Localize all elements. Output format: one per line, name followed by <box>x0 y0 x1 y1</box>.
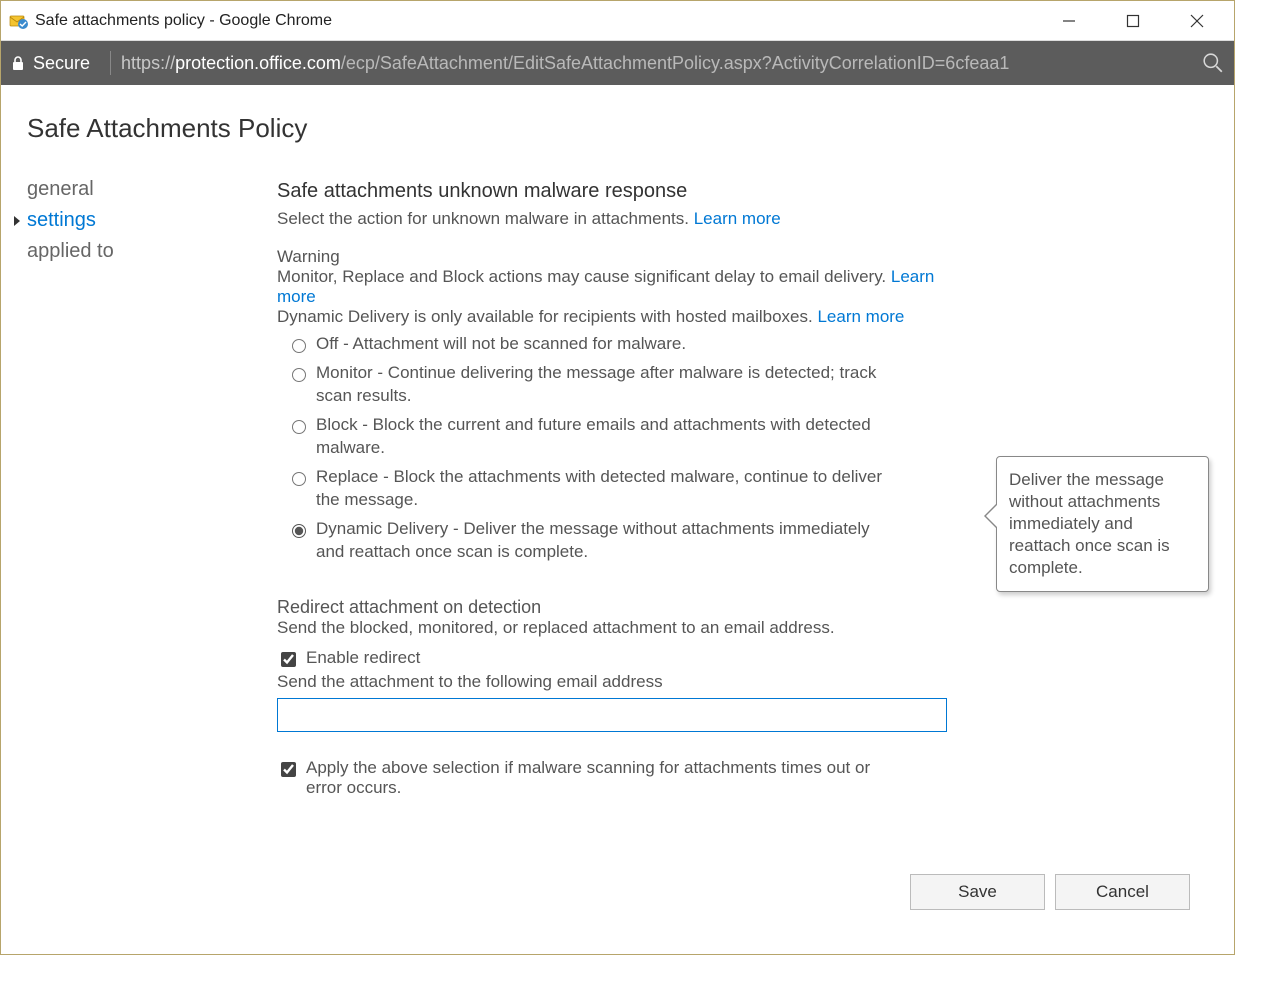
sidebar-item-settings[interactable]: settings <box>27 205 277 236</box>
warning-line-1: Monitor, Replace and Block actions may c… <box>277 267 967 307</box>
apply-timeout-checkbox[interactable] <box>281 762 296 777</box>
section-heading: Safe attachments unknown malware respons… <box>277 180 967 203</box>
radio-monitor-label: Monitor - Continue delivering the messag… <box>316 362 896 408</box>
warning-block: Warning Monitor, Replace and Block actio… <box>277 247 967 327</box>
radio-off-label: Off - Attachment will not be scanned for… <box>316 333 686 356</box>
learn-more-link-3[interactable]: Learn more <box>817 307 904 326</box>
radio-replace-label: Replace - Block the attachments with det… <box>316 466 896 512</box>
section-desc-text: Select the action for unknown malware in… <box>277 209 694 228</box>
maximize-button[interactable] <box>1118 6 1148 36</box>
redirect-section: Redirect attachment on detection Send th… <box>277 597 967 732</box>
url-host: protection.office.com <box>175 53 341 73</box>
redirect-email-label: Send the attachment to the following ema… <box>277 672 967 692</box>
warning-line-2: Dynamic Delivery is only available for r… <box>277 307 967 327</box>
enable-redirect-row: Enable redirect <box>277 648 967 670</box>
main-panel: Safe attachments unknown malware respons… <box>277 172 977 798</box>
redirect-desc: Send the blocked, monitored, or replaced… <box>277 618 967 638</box>
sidebar-item-applied-to[interactable]: applied to <box>27 236 277 267</box>
addrbar-separator <box>110 51 111 75</box>
sidebar-item-general[interactable]: general <box>27 174 277 205</box>
app-icon <box>9 11 29 31</box>
radio-block-label: Block - Block the current and future ema… <box>316 414 896 460</box>
address-bar: Secure https://protection.office.com/ecp… <box>1 41 1234 85</box>
enable-redirect-label: Enable redirect <box>306 648 420 668</box>
window-controls <box>1054 6 1230 36</box>
radio-replace[interactable] <box>292 472 306 486</box>
close-button[interactable] <box>1182 6 1212 36</box>
url-protocol: https:// <box>121 53 175 73</box>
apply-timeout-label: Apply the above selection if malware sca… <box>306 758 906 798</box>
url-path: /ecp/SafeAttachment/EditSafeAttachmentPo… <box>341 53 1010 73</box>
url-display[interactable]: https://protection.office.com/ecp/SafeAt… <box>121 53 1196 74</box>
secure-label: Secure <box>33 53 90 74</box>
minimize-button[interactable] <box>1054 6 1084 36</box>
radio-monitor[interactable] <box>292 368 306 382</box>
radio-off[interactable] <box>292 339 306 353</box>
page-title: Safe Attachments Policy <box>27 113 1234 144</box>
redirect-email-input[interactable] <box>277 698 947 732</box>
response-radio-group: Off - Attachment will not be scanned for… <box>277 333 967 563</box>
warning-label: Warning <box>277 247 967 267</box>
radio-row-monitor: Monitor - Continue delivering the messag… <box>287 362 967 408</box>
window: Safe attachments policy - Google Chrome … <box>0 0 1235 955</box>
radio-row-block: Block - Block the current and future ema… <box>287 414 967 460</box>
timeout-section: Apply the above selection if malware sca… <box>277 758 967 798</box>
window-title: Safe attachments policy - Google Chrome <box>35 12 332 30</box>
redirect-heading: Redirect attachment on detection <box>277 597 967 618</box>
enable-redirect-checkbox[interactable] <box>281 652 296 667</box>
radio-row-replace: Replace - Block the attachments with det… <box>287 466 967 512</box>
title-bar: Safe attachments policy - Google Chrome <box>1 1 1234 41</box>
radio-dynamic-label: Dynamic Delivery - Deliver the message w… <box>316 518 896 564</box>
learn-more-link-1[interactable]: Learn more <box>694 209 781 228</box>
lock-icon <box>11 55 25 71</box>
radio-dynamic[interactable] <box>292 524 306 538</box>
sidebar: general settings applied to <box>27 172 277 798</box>
radio-row-off: Off - Attachment will not be scanned for… <box>287 333 967 356</box>
section-desc: Select the action for unknown malware in… <box>277 209 967 229</box>
radio-row-dynamic: Dynamic Delivery - Deliver the message w… <box>287 518 967 564</box>
apply-timeout-row: Apply the above selection if malware sca… <box>277 758 967 798</box>
dynamic-delivery-tooltip: Deliver the message without attachments … <box>996 456 1209 592</box>
radio-block[interactable] <box>292 420 306 434</box>
cancel-button[interactable]: Cancel <box>1055 874 1190 910</box>
zoom-icon[interactable] <box>1202 52 1224 74</box>
save-button[interactable]: Save <box>910 874 1045 910</box>
footer-buttons: Save Cancel <box>910 874 1190 910</box>
